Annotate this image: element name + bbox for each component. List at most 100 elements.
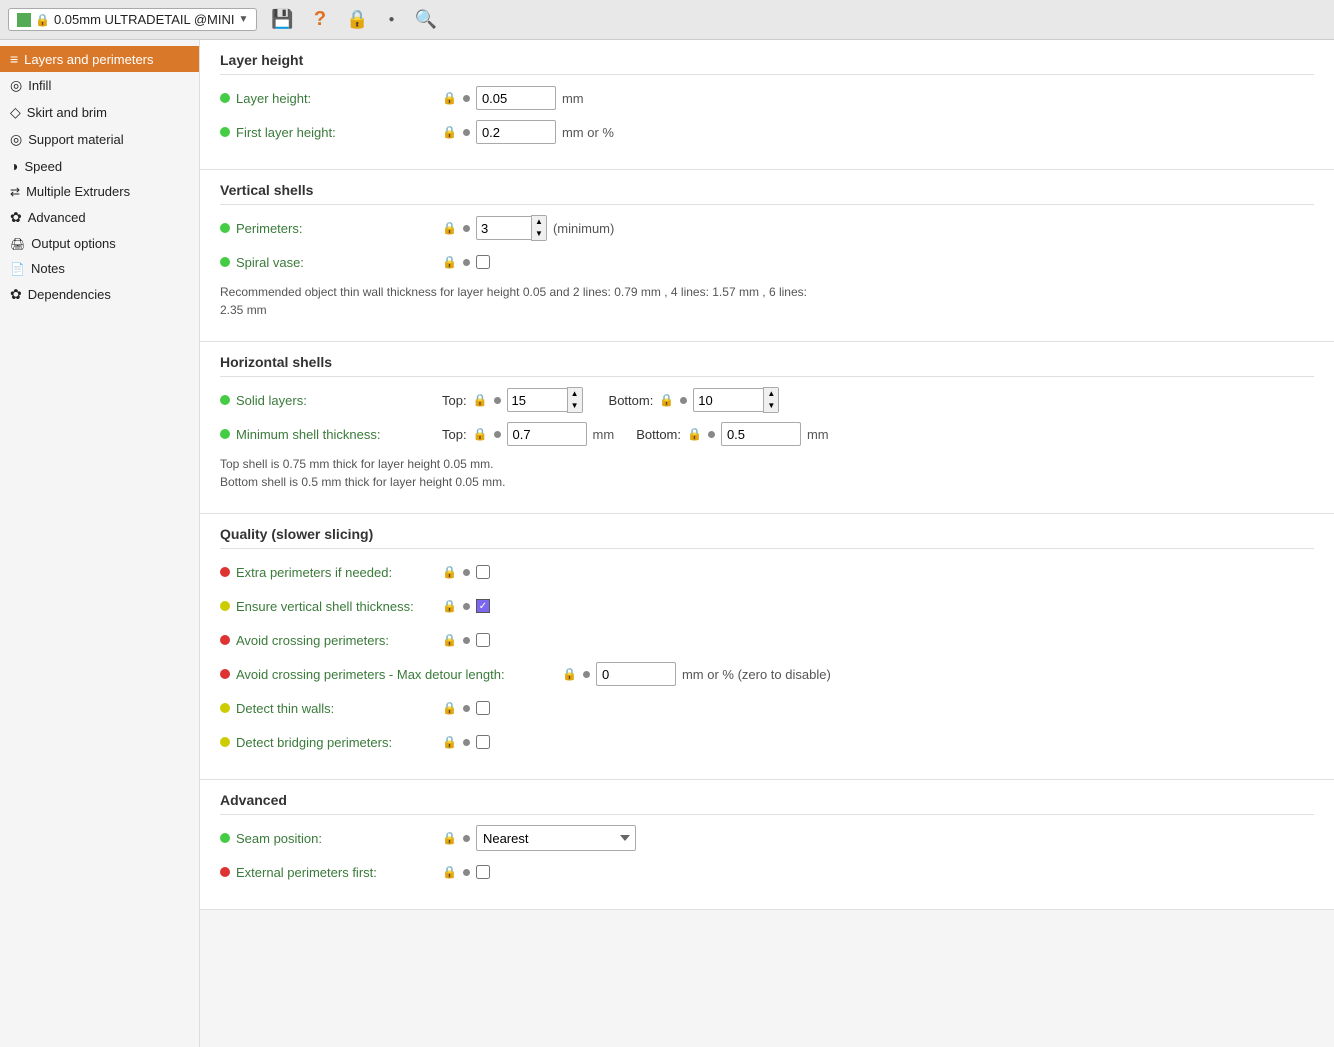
section-title-layer-height: Layer height — [220, 52, 1314, 75]
external-perimeters-first-checkbox[interactable] — [476, 865, 490, 879]
sidebar-item-advanced[interactable]: ✿ Advanced — [0, 204, 199, 231]
solid-layers-top-spinbtns: ▲ ▼ — [567, 387, 583, 413]
speed-icon: ◑ — [10, 158, 18, 174]
external-perimeters-first-lock[interactable]: 🔒 — [442, 865, 457, 879]
layer-height-unit: mm — [562, 91, 584, 106]
detect-bridging-dot — [463, 739, 470, 746]
sidebar-item-infill[interactable]: ◎ Infill — [0, 72, 199, 99]
save-button[interactable]: 💾 — [265, 7, 299, 32]
first-layer-label: First layer height: — [236, 125, 436, 140]
section-vertical-shells: Vertical shells Perimeters: 🔒 ▲ ▼ (minim… — [200, 170, 1334, 342]
search-button[interactable]: 🔍 — [409, 7, 443, 32]
spiral-vase-label: Spiral vase: — [236, 255, 436, 270]
sidebar-label: Notes — [31, 261, 65, 276]
seam-position-select[interactable]: Nearest Aligned Rear Random — [476, 825, 636, 851]
perimeters-increment[interactable]: ▲ — [532, 216, 546, 228]
seam-position-lock[interactable]: 🔒 — [442, 831, 457, 845]
min-thickness-bottom-input[interactable] — [721, 422, 801, 446]
sidebar-label: Speed — [24, 159, 62, 174]
sidebar-item-output-options[interactable]: 🖨 Output options — [0, 231, 199, 256]
seam-position-dot — [463, 835, 470, 842]
sidebar-item-speed[interactable]: ◑ Speed — [0, 153, 199, 179]
first-layer-input[interactable] — [476, 120, 556, 144]
ensure-vertical-lock[interactable]: 🔒 — [442, 599, 457, 613]
first-layer-unit: mm or % — [562, 125, 614, 140]
avoid-crossing-max-lock[interactable]: 🔒 — [562, 667, 577, 681]
spiral-vase-checkbox[interactable] — [476, 255, 490, 269]
detect-thin-walls-lock[interactable]: 🔒 — [442, 701, 457, 715]
detect-bridging-lock[interactable]: 🔒 — [442, 735, 457, 749]
solid-layers-top-decrement[interactable]: ▼ — [568, 400, 582, 412]
spiral-vase-lock[interactable]: 🔒 — [442, 255, 457, 269]
sidebar-item-notes[interactable]: 📄 Notes — [0, 256, 199, 281]
solid-layers-bottom-decrement[interactable]: ▼ — [764, 400, 778, 412]
solid-layers-bottom-lock[interactable]: 🔒 — [659, 393, 674, 407]
avoid-crossing-dot — [463, 637, 470, 644]
perimeters-lock[interactable]: 🔒 — [442, 221, 457, 235]
detect-thin-walls-checkbox[interactable] — [476, 701, 490, 715]
profile-selector[interactable]: 🔒 0.05mm ULTRADETAIL @MINI ▼ — [8, 8, 257, 31]
sidebar-item-support-material[interactable]: ◎ Support material — [0, 126, 199, 153]
sidebar-label: Dependencies — [28, 287, 111, 302]
perimeters-decrement[interactable]: ▼ — [532, 228, 546, 240]
avoid-crossing-checkbox[interactable] — [476, 633, 490, 647]
solid-layers-top-increment[interactable]: ▲ — [568, 388, 582, 400]
lock-button[interactable]: 🔒 — [340, 7, 374, 32]
perimeters-status — [220, 223, 230, 233]
ensure-vertical-dot — [463, 603, 470, 610]
avoid-crossing-max-input[interactable] — [596, 662, 676, 686]
section-advanced: Advanced Seam position: 🔒 Nearest Aligne… — [200, 780, 1334, 910]
content-area: Layer height Layer height: 🔒 mm First la… — [200, 40, 1334, 1047]
solid-layers-bottom-input[interactable] — [693, 388, 763, 412]
avoid-crossing-lock[interactable]: 🔒 — [442, 633, 457, 647]
help-button[interactable]: ? — [308, 6, 332, 33]
perimeters-unit: (minimum) — [553, 221, 614, 236]
sidebar-label: Support material — [28, 132, 123, 147]
section-title-quality: Quality (slower slicing) — [220, 526, 1314, 549]
bottom-label-1: Bottom: — [609, 393, 654, 408]
min-thickness-top-lock[interactable]: 🔒 — [473, 427, 488, 441]
layer-height-lock[interactable]: 🔒 — [442, 91, 457, 105]
min-thickness-bottom-lock[interactable]: 🔒 — [687, 427, 702, 441]
detect-thin-walls-label: Detect thin walls: — [236, 701, 436, 716]
support-icon: ◎ — [10, 131, 22, 148]
layer-height-row: Layer height: 🔒 mm — [220, 85, 1314, 111]
output-icon: 🖨 — [10, 237, 25, 251]
detect-bridging-checkbox[interactable] — [476, 735, 490, 749]
sidebar-item-multiple-extruders[interactable]: ⇄ Multiple Extruders — [0, 179, 199, 204]
min-thickness-top-dot — [494, 431, 501, 438]
sidebar-item-dependencies[interactable]: ✿ Dependencies — [0, 281, 199, 308]
solid-layers-top-lock[interactable]: 🔒 — [473, 393, 488, 407]
perimeters-input[interactable] — [476, 216, 531, 240]
extra-perimeters-checkbox[interactable] — [476, 565, 490, 579]
avoid-crossing-max-unit: mm or % (zero to disable) — [682, 667, 831, 682]
solid-layers-bottom-spinbtns: ▲ ▼ — [763, 387, 779, 413]
sidebar-item-layers-and-perimeters[interactable]: ≡ Layers and perimeters — [0, 46, 199, 72]
layers-icon: ≡ — [10, 51, 18, 67]
min-thickness-status — [220, 429, 230, 439]
sidebar-item-skirt-and-brim[interactable]: ◇ Skirt and brim — [0, 99, 199, 126]
solid-layers-bottom-increment[interactable]: ▲ — [764, 388, 778, 400]
sidebar-label: Skirt and brim — [27, 105, 107, 120]
solid-layers-row: Solid layers: Top: 🔒 ▲ ▼ Bottom: 🔒 — [220, 387, 1314, 413]
min-thickness-label: Minimum shell thickness: — [236, 427, 436, 442]
section-title-advanced: Advanced — [220, 792, 1314, 815]
profile-name: 0.05mm ULTRADETAIL @MINI — [54, 12, 235, 27]
ensure-vertical-label: Ensure vertical shell thickness: — [236, 599, 436, 614]
first-layer-lock[interactable]: 🔒 — [442, 125, 457, 139]
dropdown-arrow-icon: ▼ — [239, 14, 249, 25]
detect-thin-walls-status — [220, 703, 230, 713]
spiral-vase-row: Spiral vase: 🔒 — [220, 249, 1314, 275]
solid-layers-bottom-dot — [680, 397, 687, 404]
infill-icon: ◎ — [10, 77, 22, 94]
lock-icon: 🔒 — [35, 13, 50, 27]
ensure-vertical-row: Ensure vertical shell thickness: 🔒 ✓ — [220, 593, 1314, 619]
min-thickness-top-input[interactable] — [507, 422, 587, 446]
extra-perimeters-lock[interactable]: 🔒 — [442, 565, 457, 579]
ensure-vertical-checkbox[interactable]: ✓ — [476, 599, 490, 613]
solid-layers-top-input[interactable] — [507, 388, 567, 412]
layer-height-input[interactable] — [476, 86, 556, 110]
section-quality: Quality (slower slicing) Extra perimeter… — [200, 514, 1334, 780]
bottom-label-2: Bottom: — [636, 427, 681, 442]
spiral-vase-status — [220, 257, 230, 267]
